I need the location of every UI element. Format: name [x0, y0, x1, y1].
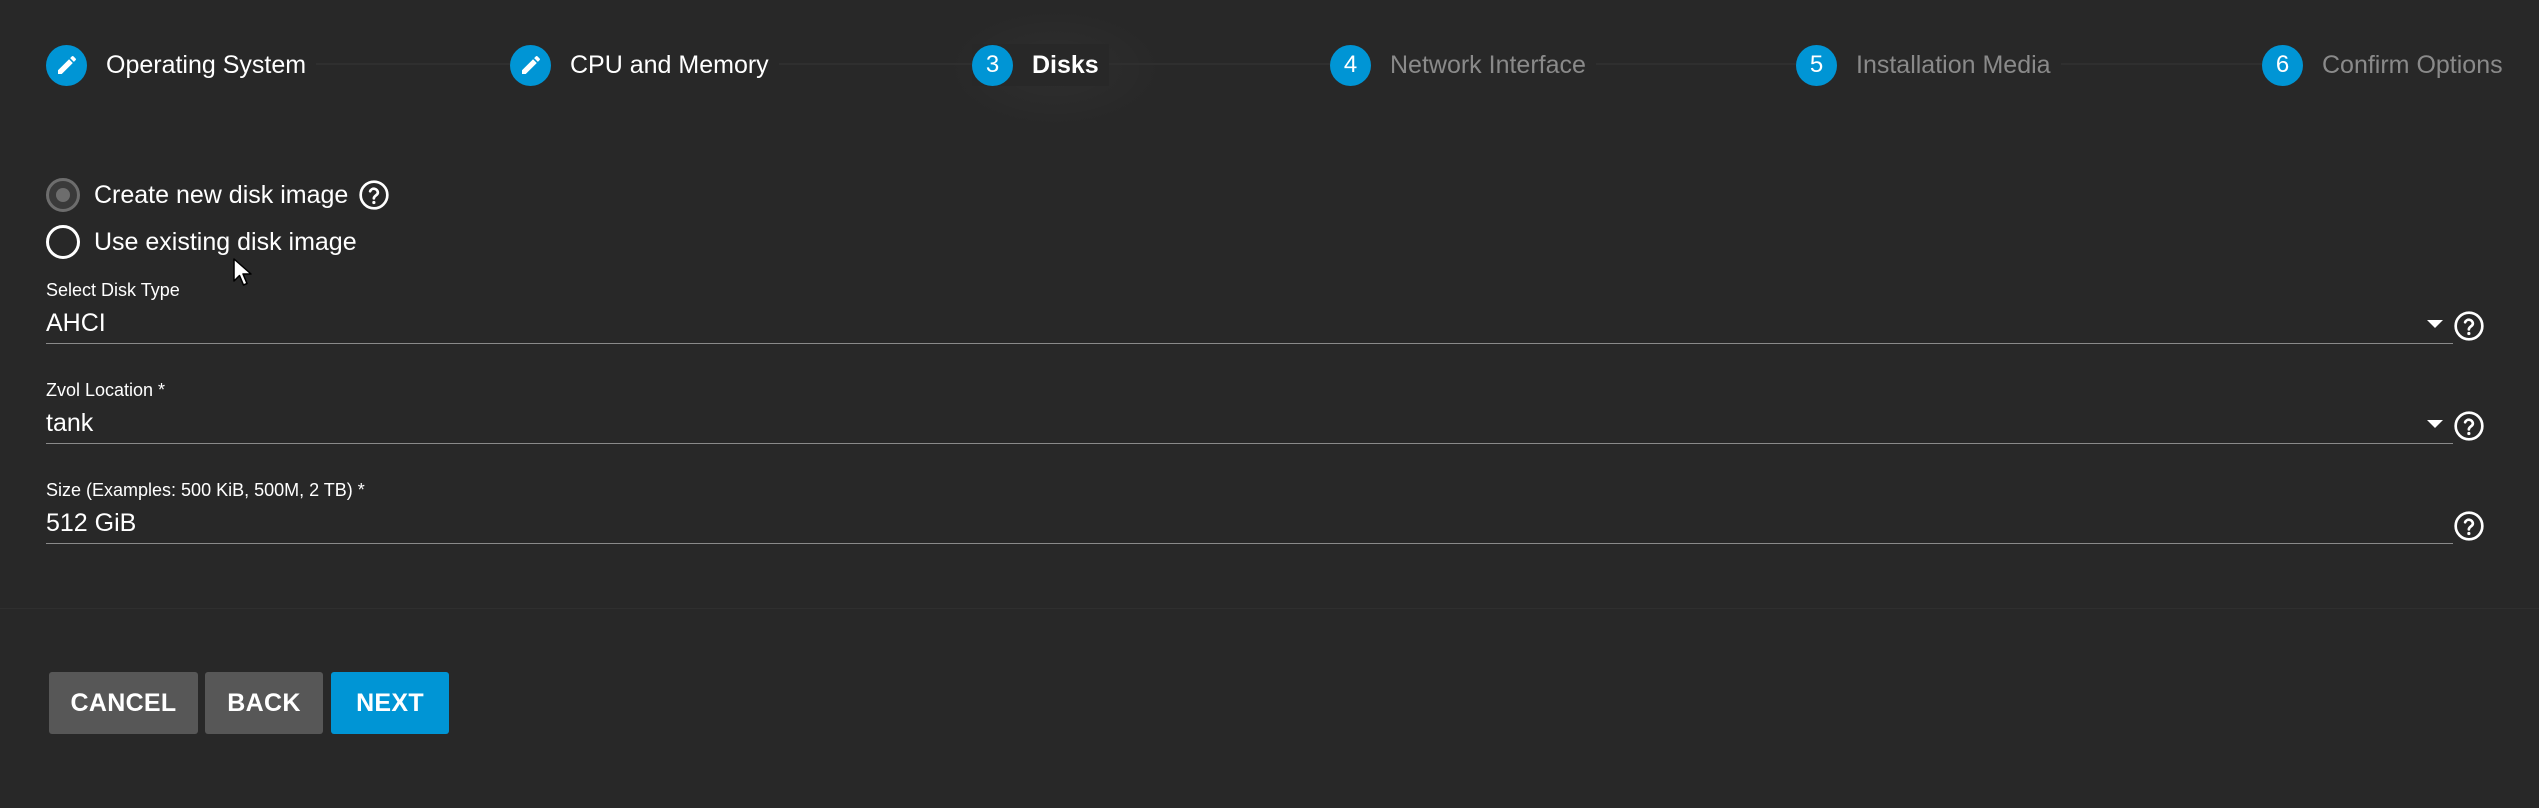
- back-button[interactable]: BACK: [205, 672, 323, 734]
- use-existing-disk-image-label: Use existing disk image: [94, 227, 357, 256]
- section-divider: [0, 608, 2539, 609]
- size-input[interactable]: 512 GiB: [46, 504, 2453, 544]
- step-number: 3: [972, 44, 1013, 86]
- step-confirm-options[interactable]: 6 Confirm Options: [2262, 44, 2513, 86]
- zvol-location-field: Zvol Location * tank: [46, 380, 2453, 450]
- help-circle-icon[interactable]: [2453, 410, 2485, 442]
- help-circle-icon[interactable]: [358, 179, 390, 211]
- vm-wizard-disks-page: Operating System CPU and Memory 3 Disks …: [0, 0, 2539, 808]
- stepper-connector-line: [66, 63, 2506, 65]
- step-cpu-and-memory[interactable]: CPU and Memory: [510, 44, 779, 86]
- size-field: Size (Examples: 500 KiB, 500M, 2 TB) * 5…: [46, 480, 2453, 550]
- next-button[interactable]: NEXT: [331, 672, 449, 734]
- zvol-location-label: Zvol Location *: [46, 380, 166, 400]
- cancel-button[interactable]: CANCEL: [49, 672, 198, 734]
- zvol-location-value: tank: [46, 409, 94, 437]
- create-new-disk-image-label: Create new disk image: [94, 180, 349, 209]
- step-number: 4: [1330, 44, 1371, 86]
- use-existing-disk-image-radio[interactable]: [46, 225, 80, 259]
- create-new-disk-image-option[interactable]: Create new disk image: [46, 177, 390, 213]
- step-label: Confirm Options: [2322, 50, 2503, 79]
- help-circle-icon[interactable]: [2453, 310, 2485, 342]
- step-network-interface[interactable]: 4 Network Interface: [1330, 44, 1596, 86]
- step-number: 6: [2262, 44, 2303, 86]
- size-value: 512 GiB: [46, 509, 137, 537]
- zvol-location-dropdown[interactable]: tank: [46, 404, 2453, 444]
- step-number: 5: [1796, 44, 1837, 86]
- step-label: CPU and Memory: [570, 50, 769, 79]
- step-label: Disks: [1032, 50, 1099, 79]
- create-new-disk-image-radio[interactable]: [46, 178, 80, 212]
- select-disk-type-value: AHCI: [46, 309, 106, 337]
- select-disk-type-field: Select Disk Type AHCI: [46, 280, 2453, 350]
- use-existing-disk-image-option[interactable]: Use existing disk image: [46, 224, 357, 260]
- size-label: Size (Examples: 500 KiB, 500M, 2 TB) *: [46, 480, 365, 500]
- step-disks[interactable]: 3 Disks: [972, 44, 1109, 86]
- step-label: Installation Media: [1856, 50, 2051, 79]
- help-circle-icon[interactable]: [2453, 510, 2485, 542]
- wizard-stepper: Operating System CPU and Memory 3 Disks …: [0, 0, 2539, 130]
- step-operating-system[interactable]: Operating System: [46, 44, 317, 86]
- dropdown-caret-icon: [2427, 420, 2443, 428]
- select-disk-type-dropdown[interactable]: AHCI: [46, 304, 2453, 344]
- step-label: Operating System: [106, 50, 307, 79]
- pencil-icon: [46, 44, 87, 86]
- step-label: Network Interface: [1390, 50, 1586, 79]
- step-installation-media[interactable]: 5 Installation Media: [1796, 44, 2061, 86]
- select-disk-type-label: Select Disk Type: [46, 280, 180, 300]
- dropdown-caret-icon: [2427, 320, 2443, 328]
- pencil-icon: [510, 44, 551, 86]
